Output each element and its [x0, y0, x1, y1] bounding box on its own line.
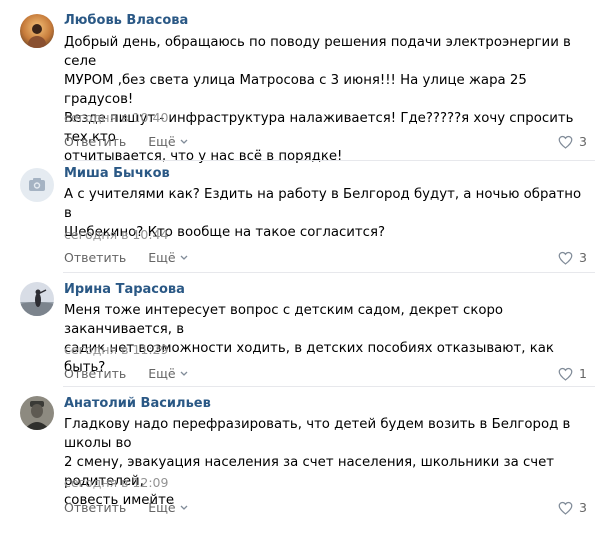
- comment-author[interactable]: Анатолий Васильев: [64, 396, 211, 411]
- divider: [63, 160, 595, 161]
- avatar[interactable]: [20, 282, 54, 316]
- avatar[interactable]: [20, 168, 54, 202]
- more-button[interactable]: Ещё: [148, 366, 188, 381]
- divider: [63, 272, 595, 273]
- heart-icon: [558, 501, 573, 515]
- avatar[interactable]: [20, 14, 54, 48]
- like-button[interactable]: 1: [558, 366, 587, 381]
- chevron-down-icon: [180, 371, 188, 376]
- comment-actions: Ответить Ещё: [64, 134, 188, 149]
- like-button[interactable]: 3: [558, 500, 587, 515]
- chevron-down-icon: [180, 139, 188, 144]
- heart-icon: [558, 367, 573, 381]
- heart-icon: [558, 251, 573, 265]
- comment-text: Гладкову надо перефразировать, что детей…: [64, 417, 571, 508]
- chevron-down-icon: [180, 505, 188, 510]
- divider: [63, 386, 595, 387]
- comment-actions: Ответить Ещё: [64, 500, 188, 515]
- comment-item: Ирина Тарасова Меня тоже интересует вопр…: [0, 272, 609, 386]
- avatar[interactable]: [20, 396, 54, 430]
- comment-author[interactable]: Ирина Тарасова: [64, 282, 185, 297]
- comment-actions: Ответить Ещё: [64, 250, 188, 265]
- heart-icon: [558, 135, 573, 149]
- like-count: 3: [579, 500, 587, 515]
- comment-actions: Ответить Ещё: [64, 366, 188, 381]
- like-button[interactable]: 3: [558, 250, 587, 265]
- more-button[interactable]: Ещё: [148, 500, 188, 515]
- like-count: 3: [579, 250, 587, 265]
- more-button[interactable]: Ещё: [148, 250, 188, 265]
- comment-author[interactable]: Миша Бычков: [64, 166, 170, 181]
- comment-author[interactable]: Любовь Власова: [64, 13, 188, 28]
- comment-date[interactable]: сегодня в 10:44: [64, 227, 168, 242]
- comment-item: Миша Бычков А с учителями как? Ездить на…: [0, 160, 609, 272]
- like-count: 1: [579, 366, 587, 381]
- more-label: Ещё: [148, 366, 176, 381]
- reply-button[interactable]: Ответить: [64, 250, 126, 265]
- like-button[interactable]: 3: [558, 134, 587, 149]
- camera-icon: [29, 178, 45, 191]
- more-label: Ещё: [148, 500, 176, 515]
- more-button[interactable]: Ещё: [148, 134, 188, 149]
- more-label: Ещё: [148, 250, 176, 265]
- reply-button[interactable]: Ответить: [64, 134, 126, 149]
- more-label: Ещё: [148, 134, 176, 149]
- comment-date[interactable]: сегодня в 12:09: [64, 475, 168, 490]
- comment-date[interactable]: сегодня в 11:29: [64, 342, 168, 357]
- chevron-down-icon: [180, 255, 188, 260]
- comment-item: Анатолий Васильев Гладкову надо перефраз…: [0, 386, 609, 539]
- reply-button[interactable]: Ответить: [64, 500, 126, 515]
- comment-item: Любовь Власова Добрый день, обращаюсь по…: [0, 0, 609, 164]
- reply-button[interactable]: Ответить: [64, 366, 126, 381]
- comment-date[interactable]: сегодня в 10:40: [64, 110, 168, 125]
- like-count: 3: [579, 134, 587, 149]
